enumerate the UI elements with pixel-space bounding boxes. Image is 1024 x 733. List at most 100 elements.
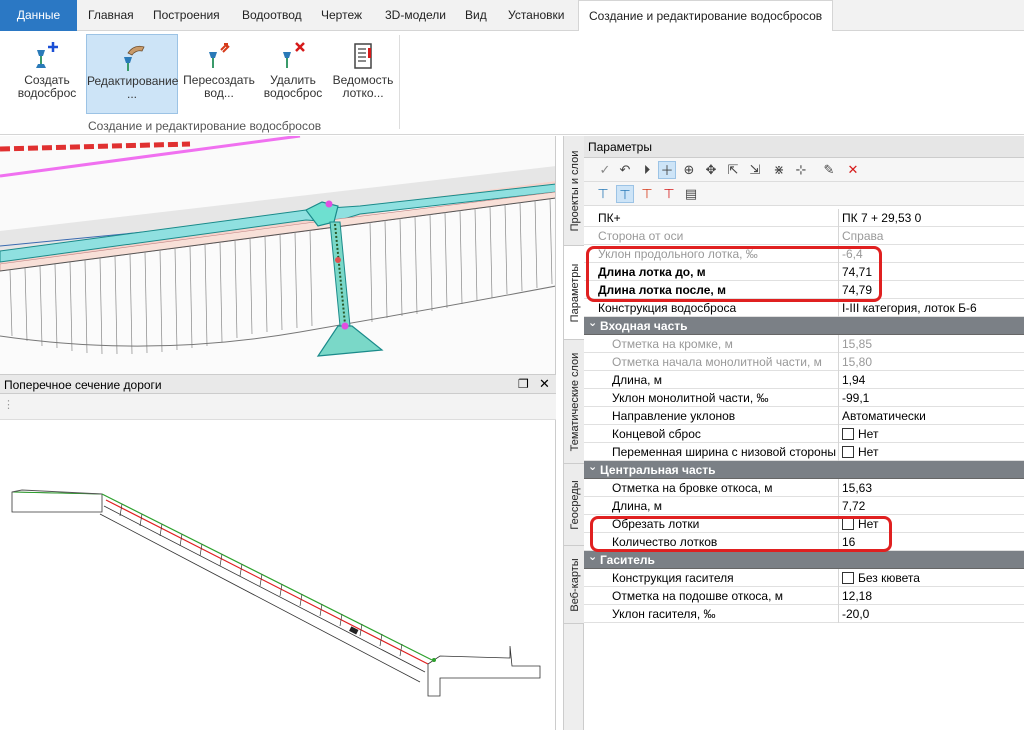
cross-section-view[interactable] — [0, 420, 556, 730]
property-value-text: 7,72 — [842, 499, 866, 513]
property-value[interactable]: 7,72 — [842, 499, 865, 513]
tab-constructions[interactable]: Построения — [153, 0, 220, 31]
trays-list-label-1: Ведомость — [332, 73, 394, 87]
ribbon-group-label: Создание и редактирование водосбросов — [88, 119, 322, 133]
vtab-parameters[interactable]: Параметры — [564, 246, 585, 340]
snap-icon[interactable]: ⋇ — [770, 161, 788, 179]
category-header[interactable]: Входная часть — [584, 314, 1024, 335]
step-icon[interactable]: ⏵ — [638, 161, 656, 179]
delete-small-icon[interactable]: ⊤ — [660, 185, 678, 203]
close-icon[interactable]: ✕ — [539, 376, 550, 392]
delete-spillway-label-2: водосброс — [263, 86, 323, 100]
cancel-icon[interactable]: ✕ — [844, 161, 862, 179]
property-value: 15,85 — [842, 337, 872, 351]
property-name: Длина, м — [612, 373, 663, 387]
vtab-geomedia[interactable]: Геосреды — [564, 464, 585, 546]
float-window-icon[interactable]: ❐ — [518, 377, 529, 391]
property-row[interactable]: Отметка на бровке откоса, м 15,63 — [584, 479, 1024, 497]
measure-icon[interactable]: ⊹ — [792, 161, 810, 179]
checkbox[interactable] — [842, 572, 854, 584]
recreate-spillway-label-1: Пересоздать — [183, 73, 255, 87]
delete-spillway-button[interactable]: Удалить водосброс — [260, 34, 326, 114]
column-divider — [838, 227, 839, 245]
document-small-icon[interactable]: ▤ — [682, 185, 700, 203]
property-row[interactable]: Концевой сброс Нет — [584, 425, 1024, 443]
tab-3d-models[interactable]: 3D-модели — [385, 0, 446, 31]
property-row[interactable]: Длина, м 1,94 — [584, 371, 1024, 389]
property-value[interactable]: -20,0 — [842, 607, 869, 621]
tab-settings[interactable]: Установки — [508, 0, 564, 31]
vtab-thematic-layers[interactable]: Тематические слои — [564, 340, 585, 464]
property-value[interactable]: 15,63 — [842, 481, 872, 495]
property-value[interactable]: ПК 7 + 29,53 0 — [842, 211, 921, 225]
property-name: Конструкция водосброса — [598, 301, 737, 315]
property-value[interactable]: -99,1 — [842, 391, 869, 405]
select-text-icon[interactable]: ⇲ — [746, 161, 764, 179]
property-row[interactable]: Уклон гасителя, ‰ -20,0 — [584, 605, 1024, 623]
checkbox[interactable] — [842, 446, 854, 458]
category-header[interactable]: Центральная часть — [584, 458, 1024, 479]
check-icon[interactable]: ✓ — [596, 161, 614, 179]
recreate-spillway-button[interactable]: Пересоздать вод... — [183, 34, 255, 114]
trays-list-button[interactable]: Ведомость лотко... — [330, 34, 396, 114]
vtab-web-maps[interactable]: Веб-карты — [564, 546, 585, 624]
edit-spillway-button[interactable]: Редактирование ... — [86, 34, 178, 114]
property-value[interactable]: Без кювета — [842, 571, 920, 585]
category-header[interactable]: Гаситель — [584, 548, 1024, 569]
eyedropper-icon[interactable]: ✎ — [820, 161, 838, 179]
select-point-icon[interactable]: ⇱ — [724, 161, 742, 179]
property-row[interactable]: Отметка начала монолитной части, м 15,80 — [584, 353, 1024, 371]
panel-toolbar-2: ⊤ ⊤ ⊤ ⊤ ▤ — [584, 182, 1024, 206]
property-name: Отметка на кромке, м — [612, 337, 733, 351]
property-name: Направление уклонов — [612, 409, 736, 423]
property-value: 15,80 — [842, 355, 872, 369]
property-value[interactable]: Нет — [842, 445, 878, 459]
panel-toolbar-1: ✓ ↶ ⏵ ＋ ⊕ ✥ ⇱ ⇲ ⋇ ⊹ ✎ ✕ — [584, 158, 1024, 182]
tab-data[interactable]: Данные — [0, 0, 77, 31]
document-icon — [354, 43, 372, 69]
property-row[interactable]: Сторона от оси Справа — [584, 227, 1024, 245]
property-name: Отметка на бровке откоса, м — [612, 481, 773, 495]
property-row[interactable]: Длина, м 7,72 — [584, 497, 1024, 515]
move-icon[interactable]: ✥ — [702, 161, 720, 179]
section-toolbar: ⋮ — [0, 394, 556, 420]
create-spillway-button[interactable]: Создать водосброс — [12, 34, 82, 114]
vtab-projects-layers[interactable]: Проекты и слои — [564, 136, 585, 246]
create-small-icon[interactable]: ⊤ — [594, 185, 612, 203]
property-row[interactable]: Направление уклонов Автоматически — [584, 407, 1024, 425]
property-row[interactable]: Переменная ширина с низовой стороны Нет — [584, 443, 1024, 461]
delete-spillway-icon — [283, 42, 305, 68]
panel-title: Параметры — [584, 136, 1024, 158]
property-name: ПК+ — [598, 211, 621, 225]
property-value[interactable]: I-III категория, лоток Б-6 — [842, 301, 977, 315]
plan-view[interactable] — [0, 136, 556, 374]
highlight-tray-lengths — [586, 246, 882, 302]
property-value[interactable]: 12,18 — [842, 589, 872, 603]
property-row[interactable]: Отметка на подошве откоса, м 12,18 — [584, 587, 1024, 605]
tab-drainage[interactable]: Водоотвод — [242, 0, 302, 31]
recreate-small-icon[interactable]: ⊤ — [638, 185, 656, 203]
property-value[interactable]: Автоматически — [842, 409, 926, 423]
toolbar-grip-icon: ⋮ — [3, 399, 14, 411]
property-row[interactable]: Конструкция гасителя Без кювета — [584, 569, 1024, 587]
edit-small-icon[interactable]: ⊤ — [616, 185, 634, 203]
property-value-text: I-III категория, лоток Б-6 — [842, 301, 977, 315]
column-divider — [838, 371, 839, 389]
property-value[interactable]: Нет — [842, 427, 878, 441]
target-icon[interactable]: ⊕ — [680, 161, 698, 179]
property-row[interactable]: Отметка на кромке, м 15,85 — [584, 335, 1024, 353]
property-value[interactable]: 1,94 — [842, 373, 865, 387]
property-value-text: 15,63 — [842, 481, 873, 495]
column-divider — [838, 605, 839, 623]
tab-drawing[interactable]: Чертеж — [321, 0, 362, 31]
crosshair-icon[interactable]: ＋ — [658, 161, 676, 179]
undo-icon[interactable]: ↶ — [616, 161, 634, 179]
property-row[interactable]: Уклон монолитной части, ‰ -99,1 — [584, 389, 1024, 407]
parameters-panel: Параметры ✓ ↶ ⏵ ＋ ⊕ ✥ ⇱ ⇲ ⋇ ⊹ ✎ ✕ ⊤ ⊤ ⊤ … — [584, 136, 1024, 730]
tab-view[interactable]: Вид — [465, 0, 487, 31]
column-divider — [838, 389, 839, 407]
checkbox[interactable] — [842, 428, 854, 440]
property-row[interactable]: ПК+ ПК 7 + 29,53 0 — [584, 209, 1024, 227]
tab-spillways[interactable]: Создание и редактирование водосбросов — [578, 0, 834, 32]
tab-main[interactable]: Главная — [88, 0, 134, 31]
